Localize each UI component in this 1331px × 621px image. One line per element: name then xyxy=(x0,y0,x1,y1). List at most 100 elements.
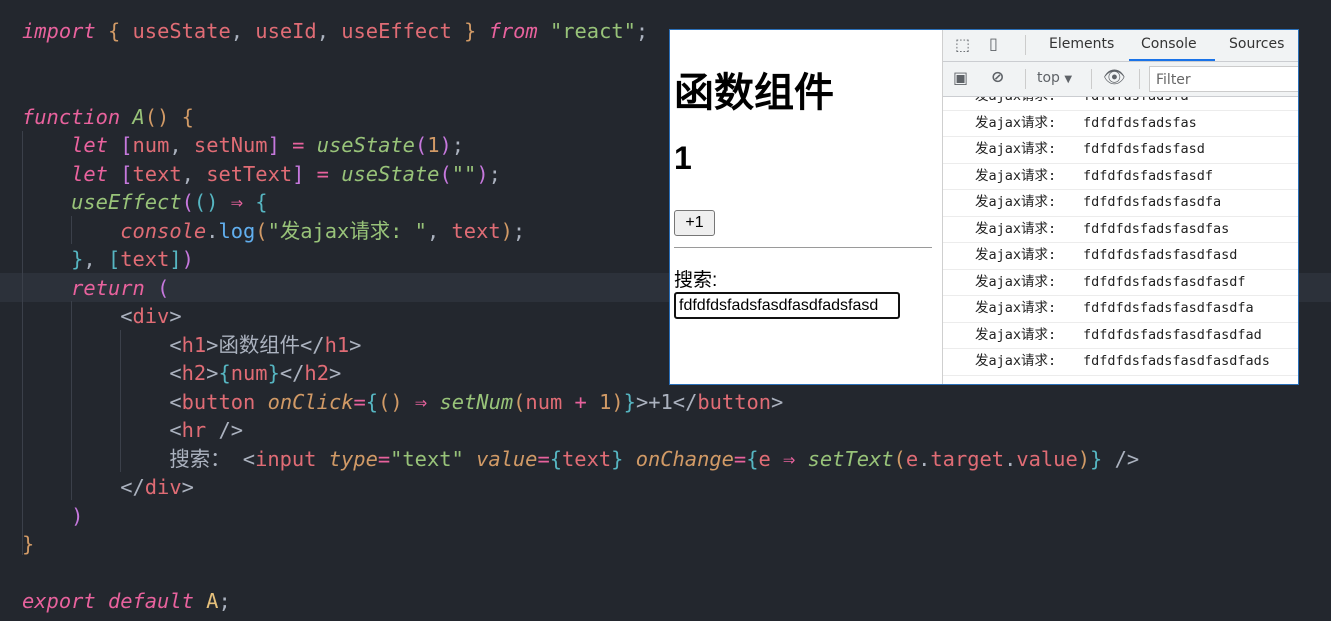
code-line: import { useState, useId, useEffect } fr… xyxy=(22,17,648,46)
filter-input[interactable]: Filter xyxy=(1149,66,1298,92)
code-token: < xyxy=(169,361,182,385)
code-token: num xyxy=(230,361,268,385)
code-line: function A() { xyxy=(22,103,194,132)
code-token: let xyxy=(71,133,108,157)
message-value: fdfdfdsfadsfasdf xyxy=(1083,167,1214,184)
code-token: onClick xyxy=(267,389,354,414)
console-message: 发ajax请求: fdfdfdsfadsfasdfasdfad xyxy=(943,322,1298,349)
code-token: ( xyxy=(893,446,906,471)
code-token: < xyxy=(169,332,182,357)
code-token: A xyxy=(132,104,145,129)
message-prefix: 发ajax请求: xyxy=(975,247,1057,263)
code-line: let [num, setNum] = useState(1); xyxy=(22,131,464,160)
context-select[interactable]: top ▼ xyxy=(1037,70,1072,86)
code-token: ) xyxy=(611,389,624,414)
divider xyxy=(674,247,932,248)
code-token: text xyxy=(562,446,612,471)
code-token: A xyxy=(206,589,219,613)
tab-elements[interactable]: Elements xyxy=(1049,36,1114,52)
code-line: <button onClick={() ⇒ setNum(num + 1)}>+… xyxy=(22,388,783,417)
code-token: console xyxy=(120,218,207,243)
console-message: 发ajax请求: fdfdfdsfadsfas xyxy=(943,110,1298,137)
code-token: { xyxy=(218,361,231,385)
code-token: ) xyxy=(439,133,452,157)
code-token: onChange xyxy=(635,446,734,471)
code-token: "react" xyxy=(549,19,636,43)
code-token: ( xyxy=(439,161,452,186)
code-token: ( xyxy=(255,218,268,243)
code-line: <h2>{num}</h2> xyxy=(22,359,341,388)
code-token: /> xyxy=(206,418,244,442)
code-token: () xyxy=(144,104,170,129)
code-token: num xyxy=(525,389,563,414)
code-token: > xyxy=(328,361,342,385)
code-token: from xyxy=(488,19,538,43)
code-token: setNum xyxy=(439,389,514,414)
message-value: fdfdfdsfadsfasdfasdf xyxy=(1083,273,1246,290)
code-token: </ xyxy=(300,332,325,357)
code-line: console.log("发ajax请求: ", text); xyxy=(22,217,525,246)
code-token: div xyxy=(144,475,182,499)
code-token: , xyxy=(83,247,108,271)
separator xyxy=(1091,69,1092,89)
code-token: type xyxy=(328,446,378,471)
code-token: { xyxy=(255,190,268,214)
separator xyxy=(1025,69,1026,89)
code-token: ) xyxy=(500,218,513,243)
search-label: 搜索: xyxy=(674,270,718,291)
increment-button[interactable]: +1 xyxy=(674,210,715,236)
code-token: = xyxy=(279,133,317,157)
message-value: fdfdfdsfadsfas xyxy=(1083,114,1197,131)
code-token: default xyxy=(107,589,194,613)
console-message: 发ajax请求: fdfdfdsfadsfasdfasdf xyxy=(943,269,1298,296)
sidebar-toggle-icon[interactable]: ▣ xyxy=(953,68,968,87)
eye-icon[interactable]: 👁︎ xyxy=(1103,67,1126,88)
console-message: 发ajax请求: fdfdfdsfadsfasdfas xyxy=(943,216,1298,243)
code-token: h2 xyxy=(304,361,329,385)
code-token: text xyxy=(132,161,182,186)
search-input[interactable] xyxy=(674,292,900,319)
code-line: } xyxy=(22,530,34,559)
console-log: 发ajax请求: fdfdfdsfadsfa 发ajax请求: fdfdfdsfads… xyxy=(943,97,1298,384)
device-toggle-icon[interactable]: ▯ xyxy=(989,34,998,53)
message-prefix: 发ajax请求: xyxy=(975,220,1057,237)
counter-value: 1 xyxy=(674,140,692,176)
tab-console[interactable]: Console xyxy=(1141,36,1197,52)
inspect-element-icon[interactable]: ⬚ xyxy=(955,35,970,54)
console-message: 发ajax请求: fdfdfdsfadsfasdfasdfads xyxy=(943,348,1298,376)
code-line: 搜索： <input type="text" value={text} onCh… xyxy=(22,445,1139,474)
code-token: [ xyxy=(107,247,121,271)
code-token: } xyxy=(623,389,636,414)
code-token: </ xyxy=(120,475,145,499)
code-token: ; xyxy=(512,218,526,243)
code-token: </ xyxy=(672,389,698,414)
code-token: } xyxy=(22,532,35,556)
message-value: fdfdfdsfadsfasdfasdfa xyxy=(1083,300,1254,316)
message-value: fdfdfdsfadsfa xyxy=(1083,97,1189,109)
code-token: > xyxy=(349,332,362,357)
code-token: function xyxy=(22,104,121,129)
code-token: >+1 xyxy=(635,389,673,414)
console-message: 发ajax请求: fdfdfdsfadsfasd xyxy=(943,136,1298,164)
code-token: value xyxy=(476,446,538,471)
separator xyxy=(1025,35,1026,55)
code-token: let xyxy=(71,161,108,186)
clear-console-icon[interactable]: ⊘ xyxy=(991,67,1004,86)
code-token: ⇒ xyxy=(218,190,256,214)
code-token: useId xyxy=(243,19,317,43)
code-token: ) xyxy=(476,161,489,186)
message-prefix: 发ajax请求: xyxy=(975,194,1057,210)
code-token: ] xyxy=(292,161,305,186)
tab-sources[interactable]: Sources xyxy=(1229,36,1284,52)
code-token: 1 xyxy=(599,389,612,414)
code-token: ) xyxy=(181,247,194,271)
code-token: div xyxy=(132,304,170,328)
